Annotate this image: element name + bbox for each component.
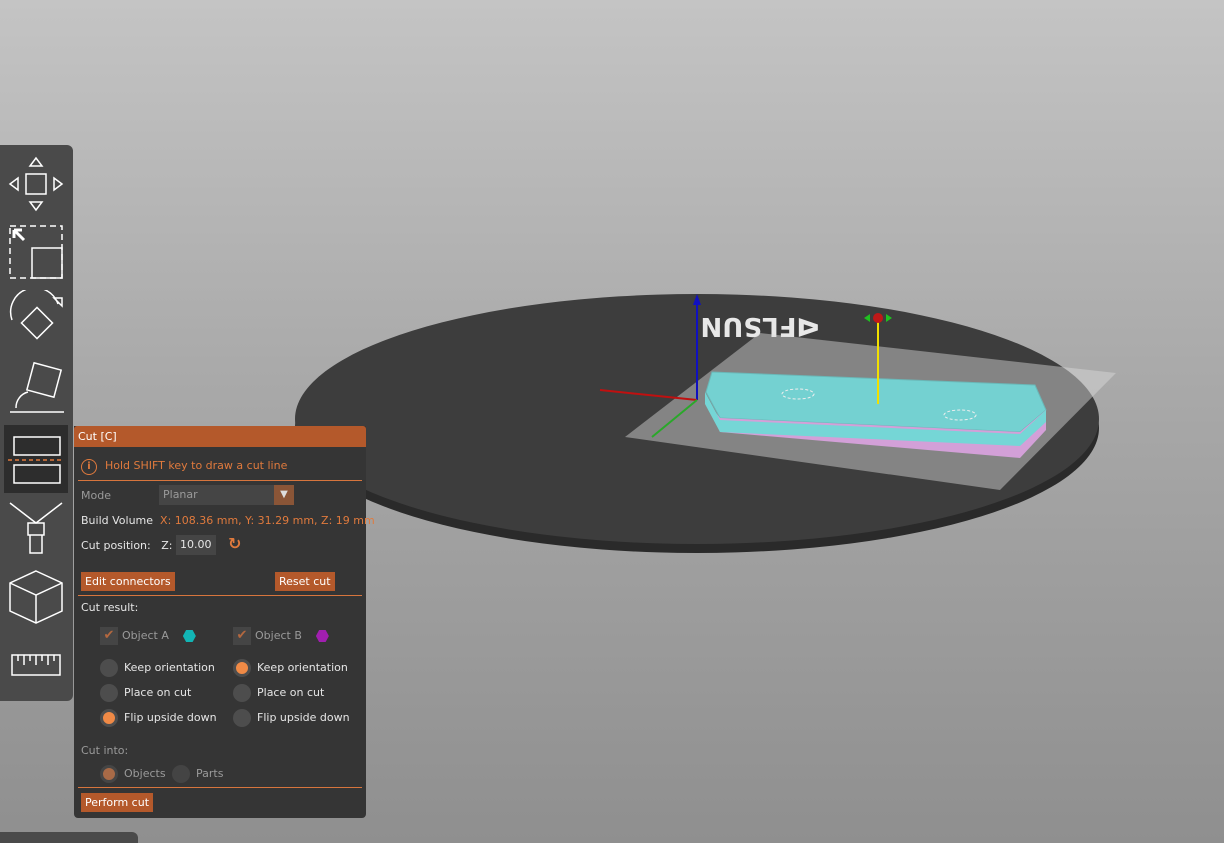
cut-icon <box>8 436 64 484</box>
cut-into-parts-radio[interactable]: Parts <box>172 765 223 783</box>
object-a-checkbox[interactable]: ✔ <box>100 627 118 645</box>
ruler-icon <box>11 654 61 676</box>
object-a-label: Object A <box>122 629 169 642</box>
object-b-place-on-cut-radio[interactable]: Place on cut <box>233 684 324 702</box>
cut-rotation-handle[interactable] <box>873 313 883 323</box>
rotate-tool[interactable] <box>4 286 68 354</box>
object-b-color-icon <box>315 630 329 642</box>
mode-value: Planar <box>163 488 198 501</box>
object-b-flip-upside-down-radio[interactable]: Flip upside down <box>233 709 350 727</box>
place-on-face-icon <box>10 361 64 413</box>
radio-label: Flip upside down <box>257 711 350 724</box>
cut-tool[interactable] <box>4 425 68 493</box>
scale-tool[interactable] <box>4 218 68 286</box>
radio-label: Flip upside down <box>124 711 217 724</box>
build-volume-label: Build Volume <box>81 514 154 527</box>
paint-brush-icon <box>9 502 63 554</box>
cut-into-label: Cut into: <box>81 744 129 757</box>
cut-result-label: Cut result: <box>81 601 139 614</box>
panel-title: Cut [C] <box>74 426 366 447</box>
reset-position-icon[interactable]: ↻ <box>228 534 241 553</box>
radio-label: Place on cut <box>257 686 325 699</box>
left-toolbar <box>0 145 73 701</box>
bottom-toolbar <box>0 832 138 843</box>
info-icon: i <box>81 459 97 475</box>
radio-label: Keep orientation <box>124 661 215 674</box>
reset-cut-button[interactable]: Reset cut <box>275 572 335 591</box>
object-a-keep-orientation-radio[interactable]: Keep orientation <box>100 659 215 677</box>
object-b-label: Object B <box>255 629 302 642</box>
cut-position-input[interactable]: 10.00 <box>176 535 216 555</box>
place-on-face-tool[interactable] <box>4 354 68 422</box>
hint-text: Hold SHIFT key to draw a cut line <box>105 459 288 472</box>
measure-tool[interactable] <box>4 631 68 699</box>
edit-connectors-button[interactable]: Edit connectors <box>81 572 175 591</box>
cut-panel: Cut [C] i Hold SHIFT key to draw a cut li… <box>74 426 375 818</box>
object-a-color-icon <box>182 630 196 642</box>
object-a-flip-upside-down-radio[interactable]: Flip upside down <box>100 709 217 727</box>
move-icon <box>8 156 64 212</box>
scale-icon <box>9 225 63 279</box>
build-volume-value: X: 108.36 mm, Y: 31.29 mm, Z: 19 mm <box>160 514 375 527</box>
axis-label: Z: <box>161 539 173 552</box>
object-b-checkbox[interactable]: ✔ <box>233 627 251 645</box>
mode-label: Mode <box>81 489 111 502</box>
radio-label: Keep orientation <box>257 661 348 674</box>
radio-label: Parts <box>196 767 224 780</box>
paint-tool[interactable] <box>4 495 68 563</box>
perform-cut-button[interactable]: Perform cut <box>81 793 154 812</box>
3d-view-tool[interactable] <box>4 563 68 631</box>
chevron-down-icon: ▼ <box>274 485 294 505</box>
radio-label: Place on cut <box>124 686 192 699</box>
move-tool[interactable] <box>4 150 68 218</box>
cut-into-objects-radio[interactable]: Objects <box>100 765 166 783</box>
object-b-keep-orientation-radio[interactable]: Keep orientation <box>233 659 348 677</box>
radio-label: Objects <box>124 767 166 780</box>
cut-position-label: Cut position: <box>81 539 151 552</box>
cube-icon <box>9 570 63 624</box>
mode-select[interactable]: Planar ▼ <box>159 485 294 505</box>
object-a-place-on-cut-radio[interactable]: Place on cut <box>100 684 191 702</box>
rotate-icon <box>9 290 63 340</box>
